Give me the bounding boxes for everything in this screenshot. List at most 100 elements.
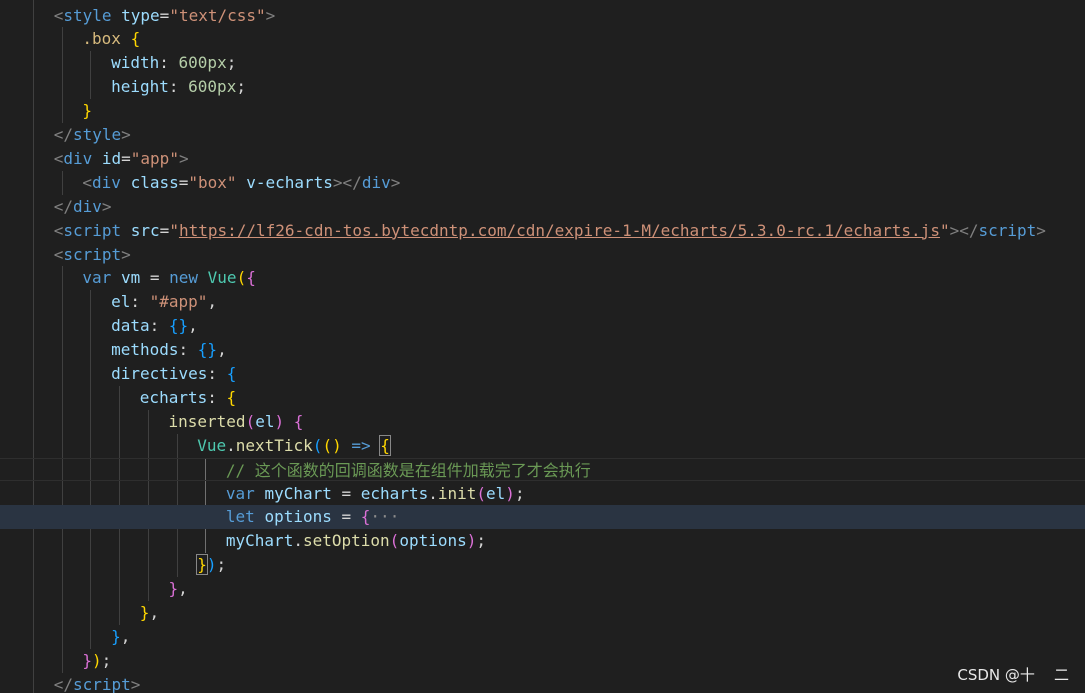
code-text: } — [82, 99, 92, 123]
code-line[interactable]: </script> — [0, 673, 1085, 693]
code-text: </div> — [54, 195, 112, 219]
code-line[interactable]: width: 600px; — [0, 51, 1085, 75]
code-text: <script> — [54, 243, 131, 267]
code-text: }, — [140, 601, 159, 625]
code-line[interactable]: <div id="app"> — [0, 147, 1085, 171]
code-line[interactable]: }, — [0, 601, 1085, 625]
code-token: ) — [92, 650, 102, 670]
code-text: }); — [196, 553, 227, 577]
code-text: }, — [169, 577, 188, 601]
code-line[interactable]: </style> — [0, 123, 1085, 147]
code-token: Vue — [197, 435, 227, 455]
code-line[interactable]: <script> — [0, 243, 1085, 267]
code-token: " — [169, 220, 179, 240]
code-token: style — [63, 5, 112, 25]
code-text: <div id="app"> — [54, 147, 189, 171]
code-token: ; — [101, 650, 112, 670]
code-line[interactable]: <div class="box" v-echarts></div> — [0, 171, 1085, 195]
code-line[interactable]: }, — [0, 625, 1085, 649]
code-token: ; — [216, 555, 227, 575]
code-line[interactable]: el: "#app", — [0, 290, 1085, 314]
code-token: </ — [53, 674, 73, 693]
code-token: "text/css" — [169, 5, 266, 25]
code-token: { — [293, 411, 304, 431]
code-text: .box { — [82, 27, 140, 51]
code-text: <script src="https://lf26-cdn-tos.bytecd… — [54, 219, 1046, 243]
code-text: myChart.setOption(options); — [226, 529, 486, 553]
code-token: = — [178, 172, 189, 192]
code-line[interactable]: Vue.nextTick(() => { — [0, 434, 1085, 458]
code-token: } — [111, 626, 121, 646]
code-line[interactable]: var myChart = echarts.init(el); — [0, 482, 1085, 506]
code-line[interactable]: methods: {}, — [0, 338, 1085, 362]
code-token: new — [169, 268, 199, 288]
code-line[interactable]: .box { — [0, 27, 1085, 51]
code-token: , — [149, 603, 160, 622]
code-token: ( — [312, 435, 323, 455]
code-line[interactable]: directives: { — [0, 362, 1085, 386]
code-token: options — [264, 507, 332, 527]
code-token: = — [121, 148, 131, 168]
code-line[interactable]: </div> — [0, 195, 1085, 219]
code-token: </ — [53, 125, 73, 144]
code-token: => — [351, 435, 371, 455]
code-token: , — [207, 292, 218, 312]
code-token: setOption — [302, 531, 390, 551]
code-token: < — [53, 244, 64, 264]
code-token: . — [293, 531, 303, 551]
code-token: > — [178, 148, 189, 168]
code-text: <div class="box" v-echarts></div> — [82, 171, 400, 195]
code-token: div — [92, 172, 121, 192]
code-text: inserted(el) { — [169, 410, 304, 434]
code-text: echarts: { — [140, 386, 236, 410]
code-token: directives — [111, 364, 208, 383]
code-token: ; — [514, 483, 525, 503]
code-line[interactable]: data: {}, — [0, 314, 1085, 338]
code-text: height: 600px; — [111, 75, 246, 99]
code-line[interactable]: var vm = new Vue({ — [0, 266, 1085, 290]
code-token: > — [121, 244, 131, 264]
code-token: v-echarts — [246, 172, 333, 192]
code-token: : — [178, 340, 198, 360]
code-text: Vue.nextTick(() => { — [197, 434, 391, 458]
code-token: {} — [168, 316, 189, 336]
code-line[interactable]: let options = {··· — [0, 505, 1085, 530]
code-token: width — [111, 53, 160, 73]
code-token: class — [130, 172, 179, 192]
code-text: }); — [82, 649, 111, 673]
code-token: : — [207, 387, 227, 407]
code-token: = — [140, 268, 170, 288]
code-line[interactable]: myChart.setOption(options); — [0, 529, 1085, 553]
code-line[interactable]: } — [0, 99, 1085, 123]
code-token: ) — [466, 531, 477, 551]
code-line[interactable]: height: 600px; — [0, 75, 1085, 99]
code-line[interactable]: <style type="text/css"> — [0, 4, 1085, 28]
code-line[interactable]: echarts: { — [0, 386, 1085, 410]
code-token: ></ — [332, 172, 362, 192]
code-token: el — [486, 483, 506, 503]
code-line[interactable]: }); — [0, 553, 1085, 577]
code-token: div — [361, 172, 391, 192]
code-token: script — [978, 220, 1037, 240]
code-text: </style> — [54, 123, 131, 147]
code-line[interactable]: // 这个函数的回调函数是在组件加载完了才会执行 — [0, 457, 1085, 482]
code-line[interactable]: <script src="https://lf26-cdn-tos.bytecd… — [0, 219, 1085, 243]
code-token: {} — [197, 340, 218, 360]
code-token: > — [390, 172, 401, 192]
code-token: = — [331, 507, 361, 527]
code-token: = — [159, 5, 170, 25]
code-line[interactable]: inserted(el) { — [0, 410, 1085, 434]
code-token: div — [72, 196, 102, 216]
code-line[interactable]: }, — [0, 577, 1085, 601]
code-editor[interactable]: <style type="text/css"> .box {width: 600p… — [0, 0, 1085, 693]
code-token: ></ — [949, 220, 979, 240]
code-token: https://lf26-cdn-tos.bytecdntp.com/cdn/e… — [178, 220, 940, 240]
code-line[interactable]: }); — [0, 649, 1085, 673]
code-token: = — [331, 483, 361, 503]
code-text: width: 600px; — [111, 51, 236, 75]
